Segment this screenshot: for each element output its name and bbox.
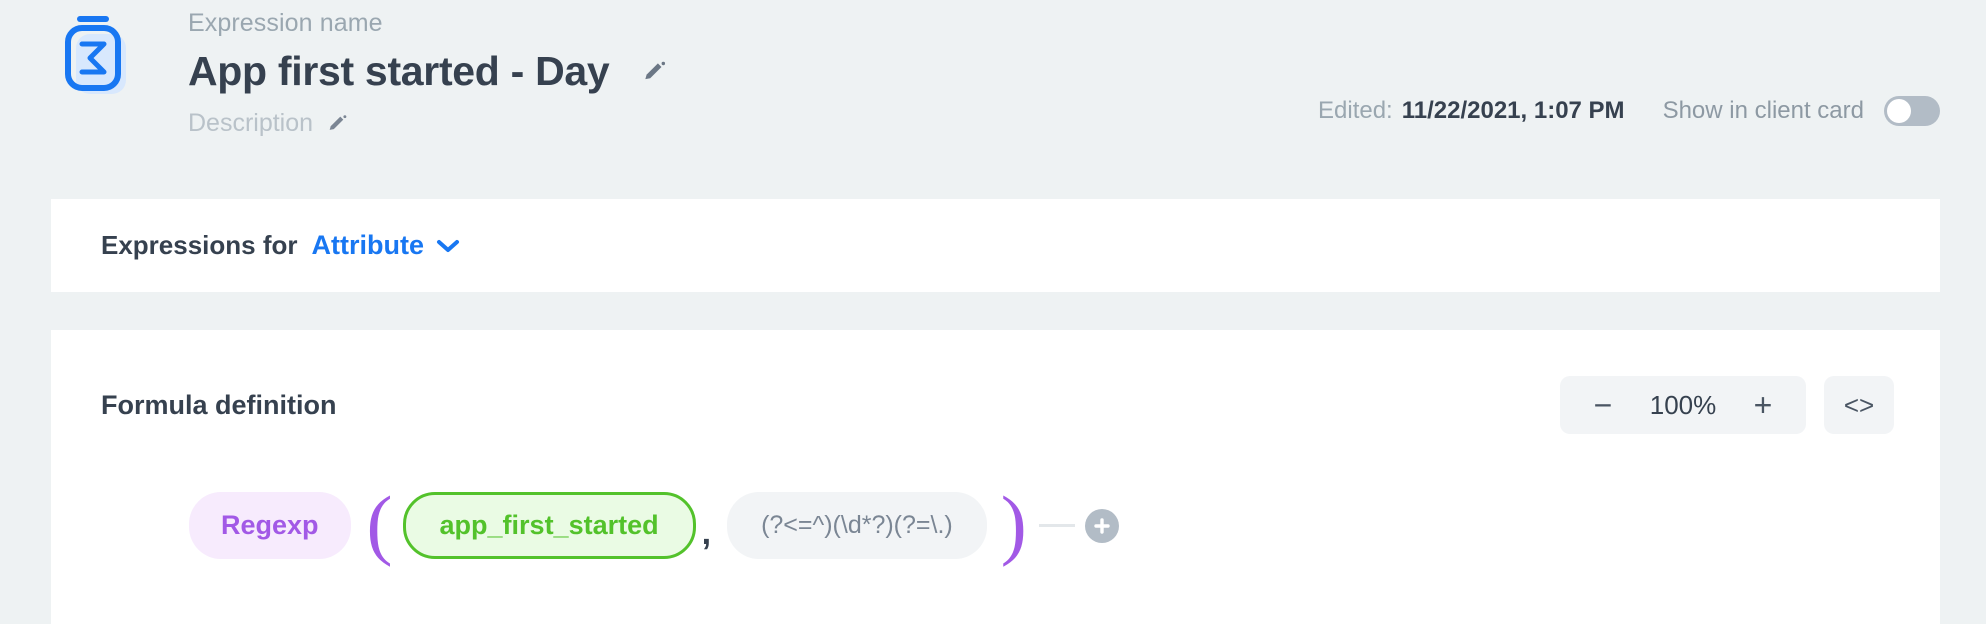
formula-expression-row: Regexp ( app_first_started , (?<=^)(\d*?… — [51, 484, 1940, 562]
formula-token-function[interactable]: Regexp — [189, 492, 351, 559]
toggle-knob — [1887, 99, 1911, 123]
formula-definition-title: Formula definition — [101, 389, 337, 420]
title-row: App first started - Day — [188, 47, 669, 95]
show-in-client-card-toggle[interactable] — [1884, 96, 1940, 126]
formula-token-literal[interactable]: (?<=^)(\d*?)(?=\.) — [727, 492, 987, 559]
formula-definition-card: Formula definition − 100% + <> Regexp ( … — [51, 330, 1940, 624]
description-placeholder: Description — [188, 109, 314, 137]
zoom-out-button[interactable]: − — [1586, 388, 1620, 422]
formula-token-field[interactable]: app_first_started — [402, 492, 696, 559]
expressions-for-label: Expressions for — [101, 230, 298, 260]
expressions-for-select[interactable]: Attribute — [312, 230, 424, 261]
chevron-down-icon[interactable] — [436, 238, 460, 254]
expressions-for-card: Expressions for Attribute — [51, 199, 1940, 292]
page-title: App first started - Day — [188, 48, 610, 94]
page-header: Expression name App first started - Day … — [0, 0, 1986, 196]
edit-title-pencil-icon[interactable] — [639, 56, 669, 86]
zoom-level-value: 100% — [1649, 389, 1717, 420]
plus-icon[interactable] — [1084, 508, 1119, 543]
expression-name-label: Expression name — [188, 9, 383, 37]
formula-token-comma: , — [701, 514, 712, 552]
header-text-block: Expression name App first started - Day … — [188, 8, 669, 137]
zoom-in-button[interactable]: + — [1746, 388, 1780, 422]
edited-label: Edited: — [1318, 97, 1393, 124]
zoom-control-group: − 100% + — [1560, 376, 1806, 434]
show-in-client-card-label: Show in client card — [1662, 97, 1864, 124]
description-row[interactable]: Description — [188, 109, 669, 137]
header-meta-block: Edited: 11/22/2021, 1:07 PM Show in clie… — [1318, 96, 1940, 126]
formula-controls: − 100% + <> — [1560, 376, 1894, 434]
sigma-expression-icon — [60, 14, 138, 100]
code-view-button[interactable]: <> — [1824, 376, 1894, 434]
edit-description-pencil-icon[interactable] — [325, 111, 349, 135]
formula-connector-line — [1038, 524, 1075, 527]
edited-timestamp: 11/22/2021, 1:07 PM — [1401, 97, 1625, 124]
formula-header-row: Formula definition − 100% + <> — [51, 330, 1940, 434]
